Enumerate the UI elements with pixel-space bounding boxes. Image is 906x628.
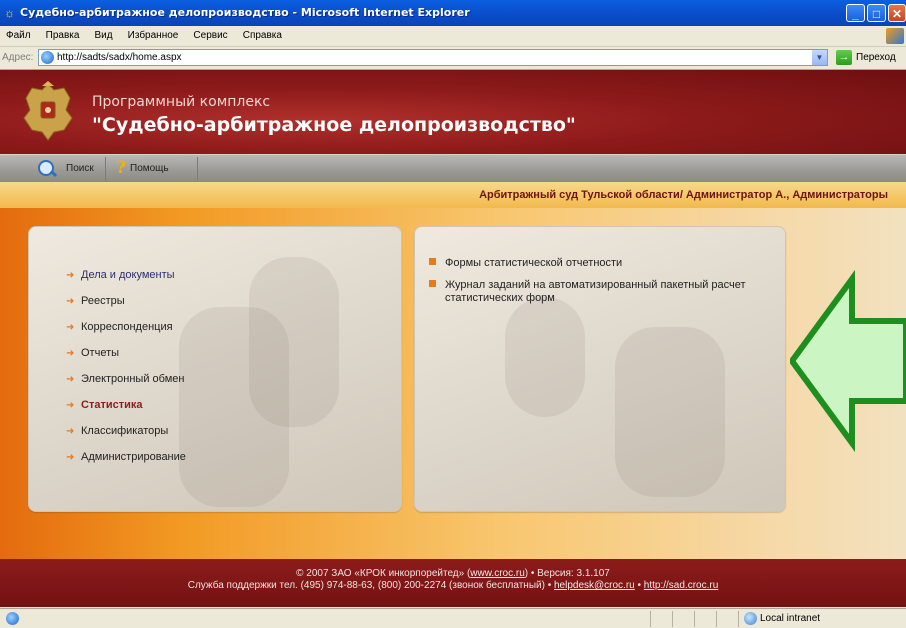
browser-window: ☼ Судебно-арбитражное делопроизводство -…: [0, 0, 906, 628]
menu-tools[interactable]: Сервис: [187, 26, 233, 41]
minimize-button[interactable]: _: [846, 4, 865, 22]
go-button-label[interactable]: Переход: [856, 52, 896, 63]
app-icon: ☼: [4, 6, 15, 20]
close-button[interactable]: ✕: [888, 4, 906, 22]
status-bar: Local intranet: [0, 608, 906, 628]
user-org-info: Арбитражный суд Тульской области/ Админи…: [479, 189, 888, 201]
main-area: ➜ Дела и документы ➜ Реестры ➜ Корреспон…: [0, 208, 906, 559]
footer-copyright: © 2007 ЗАО «КРОК инкорпорейтед» (www.cro…: [296, 568, 610, 579]
menu-help[interactable]: Справка: [237, 26, 288, 41]
arrow-bullet-icon: ➜: [66, 400, 75, 411]
windows-logo-icon: [886, 28, 904, 44]
menu-view[interactable]: Вид: [89, 26, 119, 41]
app-title: "Судебно-арбитражное делопроизводство": [92, 114, 576, 136]
window-title: Судебно-арбитражное делопроизводство - M…: [20, 6, 470, 19]
page-content: Программный комплекс "Судебно-арбитражно…: [0, 70, 906, 607]
callout-arrow-icon: [790, 269, 906, 453]
page-footer: © 2007 ЗАО «КРОК инкорпорейтед» (www.cro…: [0, 559, 906, 607]
submenu-item-stat-forms[interactable]: Формы статистической отчетности: [429, 257, 765, 269]
page-status-icon: [6, 612, 19, 625]
intranet-zone-icon: [744, 612, 757, 625]
help-label: Помощь: [130, 163, 169, 174]
page-icon: [41, 51, 54, 64]
arrow-bullet-icon: ➜: [66, 374, 75, 385]
arrow-bullet-icon: ➜: [66, 322, 75, 333]
address-label: Адрес:: [2, 52, 34, 63]
address-url[interactable]: http://sadts/sadx/home.aspx: [57, 52, 182, 63]
address-input[interactable]: http://sadts/sadx/home.aspx ▼: [38, 49, 828, 66]
arrow-bullet-icon: ➜: [66, 296, 75, 307]
background-photo: [505, 297, 585, 417]
arrow-bullet-icon: ➜: [66, 452, 75, 463]
search-label: Поиск: [66, 163, 94, 174]
square-bullet-icon: [429, 258, 436, 265]
chevron-down-icon[interactable]: ▼: [812, 50, 827, 65]
helpdesk-email-link[interactable]: helpdesk@croc.ru: [554, 580, 635, 591]
maximize-button[interactable]: □: [867, 4, 886, 22]
square-bullet-icon: [429, 280, 436, 287]
submenu-panel: Формы статистической отчетности Журнал з…: [414, 226, 786, 512]
org-bar: Арбитражный суд Тульской области/ Админи…: [0, 182, 906, 209]
coat-of-arms-icon: [23, 81, 73, 141]
croc-site-link[interactable]: www.croc.ru: [470, 568, 524, 579]
sad-site-link[interactable]: http://sad.croc.ru: [644, 580, 718, 591]
security-zone-label: Local intranet: [760, 613, 821, 624]
go-arrow-icon[interactable]: →: [836, 50, 852, 65]
title-bar: ☼ Судебно-арбитражное делопроизводство -…: [0, 0, 906, 26]
app-header: Программный комплекс "Судебно-арбитражно…: [0, 70, 906, 154]
search-button[interactable]: Поиск: [28, 157, 106, 181]
nav-panel: ➜ Дела и документы ➜ Реестры ➜ Корреспон…: [28, 226, 402, 512]
arrow-bullet-icon: ➜: [66, 270, 75, 281]
help-button[interactable]: ? Помощь: [108, 157, 198, 181]
app-subtitle: Программный комплекс: [92, 94, 271, 110]
help-icon: ?: [116, 158, 126, 178]
app-toolbar: Поиск ? Помощь: [0, 154, 906, 183]
address-bar: Адрес: http://sadts/sadx/home.aspx ▼ → П…: [0, 47, 906, 70]
menu-file[interactable]: Файл: [0, 26, 37, 41]
submenu-item-batch-jobs[interactable]: Журнал заданий на автоматизированный пак…: [429, 279, 765, 305]
arrow-bullet-icon: ➜: [66, 348, 75, 359]
menu-edit[interactable]: Правка: [40, 26, 86, 41]
menu-bar: Файл Правка Вид Избранное Сервис Справка: [0, 26, 906, 47]
menu-favorites[interactable]: Избранное: [122, 26, 185, 41]
arrow-bullet-icon: ➜: [66, 426, 75, 437]
footer-support: Служба поддержки тел. (495) 974-88-63, (…: [187, 580, 719, 591]
